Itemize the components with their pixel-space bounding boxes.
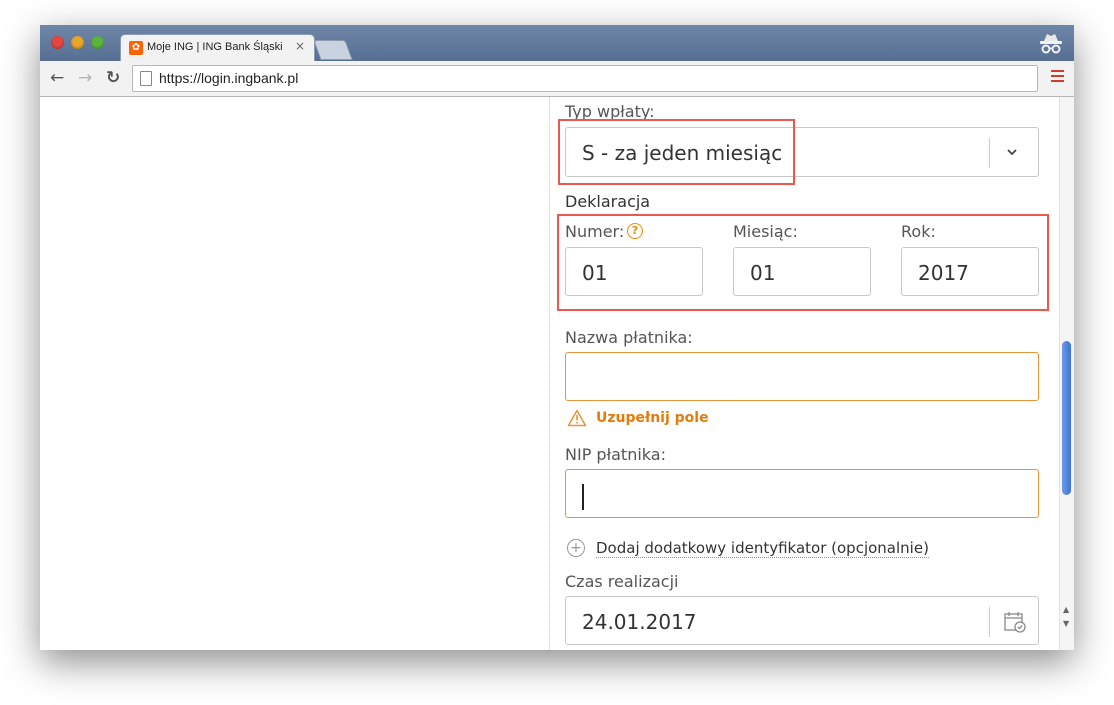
- minimize-window-button[interactable]: [71, 36, 84, 49]
- payer-name-field[interactable]: [565, 352, 1039, 401]
- declaration-heading: Deklaracja: [565, 192, 651, 211]
- text-cursor: [582, 484, 584, 510]
- execution-date-field[interactable]: 24.01.2017: [565, 596, 1039, 645]
- browser-toolbar: ← → ↻ https://login.ingbank.pl: [40, 61, 1074, 97]
- calendar-icon[interactable]: [1002, 609, 1028, 635]
- zoom-window-button[interactable]: [91, 36, 104, 49]
- scroll-up-arrow-icon[interactable]: ▲: [1063, 605, 1069, 614]
- execution-date-value: 24.01.2017: [582, 610, 697, 634]
- scroll-down-arrow-icon[interactable]: ▼: [1063, 619, 1069, 628]
- tab-title: Moje ING | ING Bank Śląski: [147, 41, 283, 53]
- address-bar[interactable]: https://login.ingbank.pl: [132, 65, 1038, 92]
- tab-close-icon[interactable]: ×: [295, 39, 305, 53]
- warning-icon: [567, 409, 587, 427]
- select-separator: [989, 138, 990, 168]
- column-divider: [549, 97, 550, 650]
- page-content: Typ wpłaty: S - za jeden miesiąc Deklara…: [40, 97, 1074, 650]
- title-bar: ✿ Moje ING | ING Bank Śląski ×: [40, 25, 1074, 62]
- vertical-scrollbar[interactable]: ▲ ▼: [1059, 97, 1074, 650]
- browser-tab[interactable]: ✿ Moje ING | ING Bank Śląski ×: [120, 34, 315, 62]
- reload-icon[interactable]: ↻: [106, 68, 120, 88]
- highlight-box-payment-type: [558, 119, 795, 185]
- browser-window: ✿ Moje ING | ING Bank Śląski × ← → ↻ htt…: [40, 25, 1074, 650]
- execution-date-label: Czas realizacji: [565, 572, 679, 591]
- plus-icon[interactable]: +: [567, 539, 585, 557]
- menu-icon[interactable]: [1051, 70, 1064, 85]
- forward-icon[interactable]: →: [78, 68, 92, 88]
- scroll-thumb[interactable]: [1062, 341, 1071, 495]
- payer-nip-field[interactable]: [565, 469, 1039, 518]
- add-identifier-link[interactable]: Dodaj dodatkowy identyfikator (opcjonaln…: [596, 539, 929, 558]
- close-window-button[interactable]: [51, 36, 64, 49]
- error-message: Uzupełnij pole: [596, 410, 709, 426]
- incognito-icon: [1040, 34, 1062, 54]
- page-icon: [140, 71, 152, 86]
- back-icon[interactable]: ←: [50, 68, 64, 88]
- url-text: https://login.ingbank.pl: [159, 70, 299, 86]
- ing-favicon-icon: ✿: [129, 41, 143, 55]
- chevron-down-icon[interactable]: [1006, 147, 1018, 157]
- payer-name-label: Nazwa płatnika:: [565, 328, 693, 347]
- date-separator: [989, 607, 990, 637]
- new-tab-button[interactable]: [313, 40, 353, 60]
- payer-nip-label: NIP płatnika:: [565, 445, 666, 464]
- highlight-box-declaration: [557, 214, 1049, 311]
